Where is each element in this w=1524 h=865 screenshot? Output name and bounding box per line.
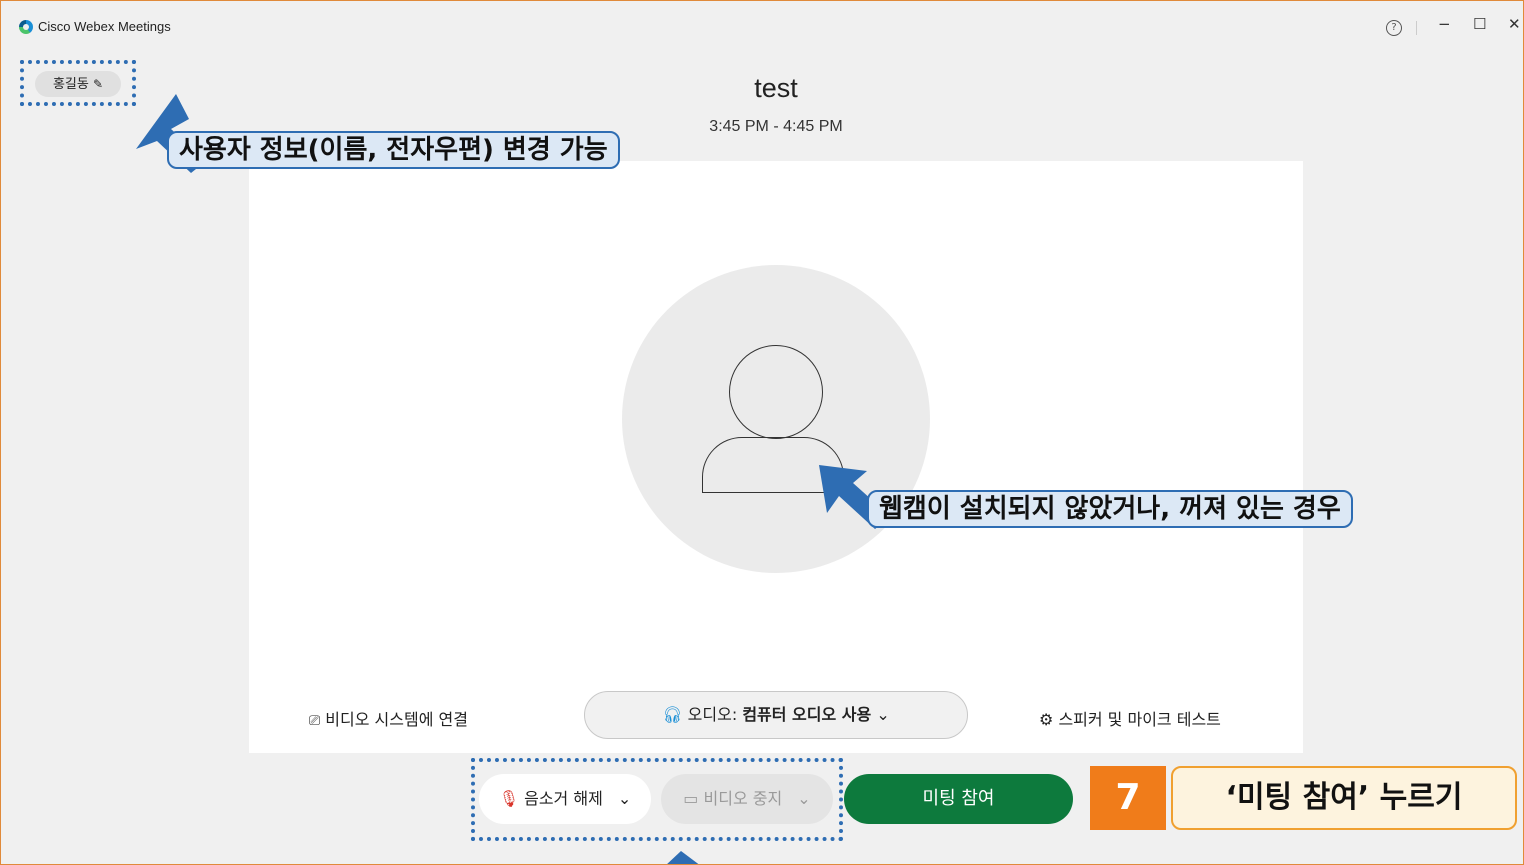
user-info-callout: 사용자 정보(이름, 전자우편) 변경 가능 [167, 131, 620, 169]
webcam-callout: 웹캠이 설치되지 않았거나, 꺼져 있는 경우 [867, 490, 1353, 528]
arrow-media-controls [667, 851, 699, 864]
step-instruction: ‘미팅 참여’ 누르기 [1171, 766, 1517, 830]
webex-window: Cisco Webex Meetings ? − ☐ ✕ 홍길동 ✎ test … [0, 0, 1524, 865]
step-number-badge: 7 [1090, 766, 1166, 830]
